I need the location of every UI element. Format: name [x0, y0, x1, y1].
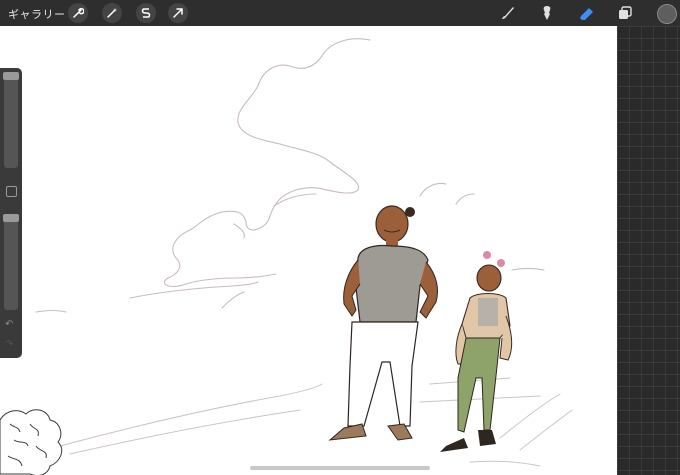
brush-size-thumb[interactable]	[3, 72, 19, 80]
artwork-sketch	[0, 38, 573, 475]
wrench-icon[interactable]	[68, 3, 88, 23]
home-indicator	[250, 466, 430, 470]
gallery-button[interactable]: ギャラリー	[8, 6, 66, 22]
opacity-thumb[interactable]	[3, 214, 19, 222]
modify-button[interactable]	[6, 186, 17, 197]
magic-wand-icon[interactable]	[102, 3, 122, 23]
smudge-icon[interactable]	[536, 3, 558, 23]
bush-sketch	[0, 409, 63, 475]
brush-size-slider[interactable]	[3, 72, 19, 168]
redo-icon[interactable]: ↷	[5, 340, 13, 350]
eraser-icon[interactable]	[576, 3, 598, 23]
workspace-background	[617, 26, 680, 475]
small-figure	[440, 251, 513, 452]
top-toolbar: ギャラリー	[0, 0, 680, 26]
tall-figure	[328, 205, 439, 441]
transform-arrow-icon[interactable]	[168, 3, 188, 23]
brush-icon[interactable]	[497, 3, 519, 23]
selection-s-icon[interactable]	[136, 3, 156, 23]
left-sidebar: ↶ ↷	[0, 68, 22, 358]
undo-icon[interactable]: ↶	[5, 320, 13, 330]
color-picker-button[interactable]	[657, 4, 677, 24]
layers-icon[interactable]	[614, 3, 636, 23]
drawing-canvas[interactable]	[0, 26, 617, 475]
opacity-slider[interactable]	[3, 214, 19, 310]
